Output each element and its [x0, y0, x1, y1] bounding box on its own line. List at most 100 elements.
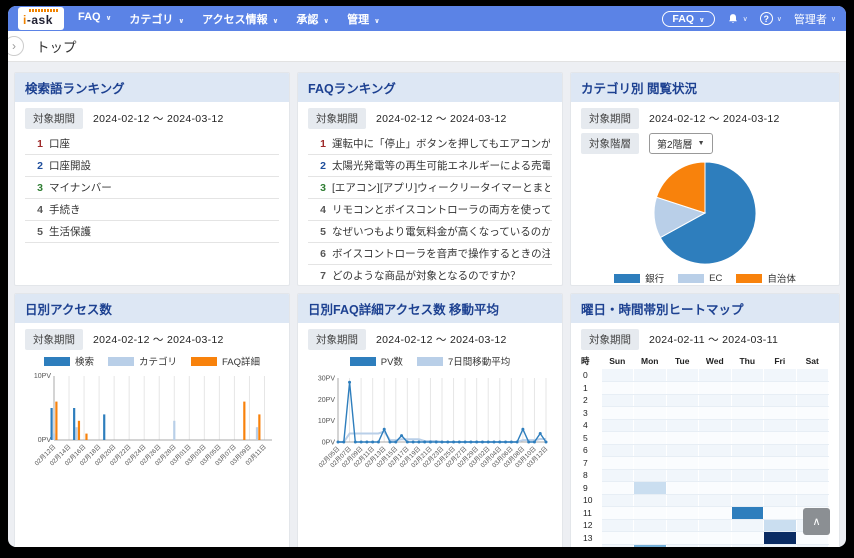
heatmap-cell[interactable] — [601, 456, 634, 470]
heatmap-cell[interactable] — [633, 394, 667, 407]
heatmap-cell[interactable] — [698, 519, 732, 532]
rank-item[interactable]: 1 運転中に「停止」ボタンを押してもエアコンが止まらない… — [308, 133, 552, 155]
heatmap-cell[interactable] — [633, 369, 667, 382]
heatmap-cell[interactable] — [666, 531, 699, 545]
heatmap-cell[interactable] — [763, 544, 797, 547]
heatmap-cell[interactable] — [633, 481, 667, 495]
heatmap-cell[interactable] — [698, 419, 732, 432]
heatmap-cell[interactable] — [633, 494, 667, 507]
heatmap-cell[interactable] — [601, 469, 634, 482]
heatmap-cell[interactable] — [731, 456, 764, 470]
rank-item[interactable]: 4 リモコンとボイスコントローラの両方を使って操作した場… — [308, 199, 552, 221]
heatmap-cell[interactable] — [633, 544, 667, 547]
heatmap-cell[interactable] — [633, 381, 667, 395]
heatmap-cell[interactable] — [731, 369, 764, 382]
heatmap-cell[interactable] — [698, 506, 732, 520]
heatmap-cell[interactable] — [763, 456, 797, 470]
heatmap-cell[interactable] — [633, 431, 667, 445]
heatmap-cell[interactable] — [666, 519, 699, 532]
heatmap-cell[interactable] — [666, 456, 699, 470]
heatmap-cell[interactable] — [633, 519, 667, 532]
faq-quick-button[interactable]: FAQ ∨ — [662, 10, 715, 27]
heatmap-cell[interactable] — [698, 381, 732, 395]
heatmap-cell[interactable] — [633, 444, 667, 457]
heatmap-cell[interactable] — [666, 381, 699, 395]
rank-item[interactable]: 5 生活保護 — [25, 221, 279, 243]
heatmap-cell[interactable] — [796, 369, 829, 382]
hierarchy-select[interactable]: 第2階層 ▼ — [649, 133, 713, 154]
heatmap-cell[interactable] — [601, 419, 634, 432]
heatmap-cell[interactable] — [666, 394, 699, 407]
heatmap-cell[interactable] — [731, 494, 764, 507]
account-menu[interactable]: 管理者 ∨ — [794, 11, 836, 27]
heatmap-cell[interactable] — [633, 469, 667, 482]
heatmap-cell[interactable] — [601, 506, 634, 520]
rank-item[interactable]: 2 太陽光発電等の再生可能エネルギーによる売電料金の詳細… — [308, 155, 552, 177]
heatmap-cell[interactable] — [601, 431, 634, 445]
heatmap-cell[interactable] — [633, 506, 667, 520]
heatmap-cell[interactable] — [666, 406, 699, 420]
heatmap-cell[interactable] — [796, 406, 829, 420]
rank-item[interactable]: 3 マイナンバー — [25, 177, 279, 199]
scroll-to-top-button[interactable]: ∧ — [803, 508, 830, 535]
nav-item-0[interactable]: FAQ ∨ — [78, 11, 111, 27]
heatmap-cell[interactable] — [666, 444, 699, 457]
heatmap-cell[interactable] — [666, 481, 699, 495]
heatmap-cell[interactable] — [763, 381, 797, 395]
rank-item[interactable]: 1 口座 — [25, 133, 279, 155]
heatmap-cell[interactable] — [601, 481, 634, 495]
heatmap-cell[interactable] — [763, 519, 797, 532]
nav-item-3[interactable]: 承認 ∨ — [296, 11, 329, 27]
heatmap-cell[interactable] — [763, 444, 797, 457]
heatmap-cell[interactable] — [698, 394, 732, 407]
heatmap-cell[interactable] — [763, 531, 797, 545]
heatmap-cell[interactable] — [796, 494, 829, 507]
heatmap-cell[interactable] — [731, 531, 764, 545]
heatmap-cell[interactable] — [731, 469, 764, 482]
heatmap-cell[interactable] — [601, 381, 634, 395]
heatmap-cell[interactable] — [698, 544, 732, 547]
heatmap-cell[interactable] — [796, 431, 829, 445]
heatmap-cell[interactable] — [666, 419, 699, 432]
heatmap-cell[interactable] — [698, 481, 732, 495]
heatmap-cell[interactable] — [796, 544, 829, 547]
heatmap-cell[interactable] — [666, 469, 699, 482]
heatmap-cell[interactable] — [698, 456, 732, 470]
heatmap-cell[interactable] — [796, 456, 829, 470]
heatmap-cell[interactable] — [698, 406, 732, 420]
heatmap-cell[interactable] — [796, 394, 829, 407]
heatmap-cell[interactable] — [796, 381, 829, 395]
heatmap-cell[interactable] — [601, 394, 634, 407]
rank-item[interactable]: 4 手続き — [25, 199, 279, 221]
heatmap-cell[interactable] — [666, 544, 699, 547]
heatmap-cell[interactable] — [601, 369, 634, 382]
heatmap-cell[interactable] — [763, 394, 797, 407]
heatmap-cell[interactable] — [731, 406, 764, 420]
nav-item-1[interactable]: カテゴリ ∨ — [129, 11, 184, 27]
heatmap-cell[interactable] — [763, 406, 797, 420]
heatmap-cell[interactable] — [796, 481, 829, 495]
sidebar-expand-button[interactable]: › — [8, 36, 24, 56]
heatmap-cell[interactable] — [763, 506, 797, 520]
heatmap-cell[interactable] — [666, 369, 699, 382]
heatmap-cell[interactable] — [601, 544, 634, 547]
heatmap-cell[interactable] — [731, 481, 764, 495]
heatmap-cell[interactable] — [666, 494, 699, 507]
heatmap-cell[interactable] — [796, 419, 829, 432]
heatmap-cell[interactable] — [698, 531, 732, 545]
heatmap-cell[interactable] — [633, 406, 667, 420]
heatmap-cell[interactable] — [763, 431, 797, 445]
app-logo[interactable]: i-ask — [18, 7, 64, 30]
notifications-button[interactable]: ∨ — [727, 13, 748, 25]
heatmap-cell[interactable] — [666, 431, 699, 445]
heatmap-cell[interactable] — [601, 406, 634, 420]
rank-item[interactable]: 7 どのような商品が対象となるのですか？ — [308, 265, 552, 285]
heatmap-cell[interactable] — [698, 444, 732, 457]
heatmap-cell[interactable] — [763, 494, 797, 507]
heatmap-cell[interactable] — [601, 494, 634, 507]
heatmap-cell[interactable] — [731, 544, 764, 547]
heatmap-cell[interactable] — [796, 469, 829, 482]
heatmap-cell[interactable] — [666, 506, 699, 520]
heatmap-cell[interactable] — [731, 431, 764, 445]
help-button[interactable]: ? ∨ — [759, 12, 782, 25]
